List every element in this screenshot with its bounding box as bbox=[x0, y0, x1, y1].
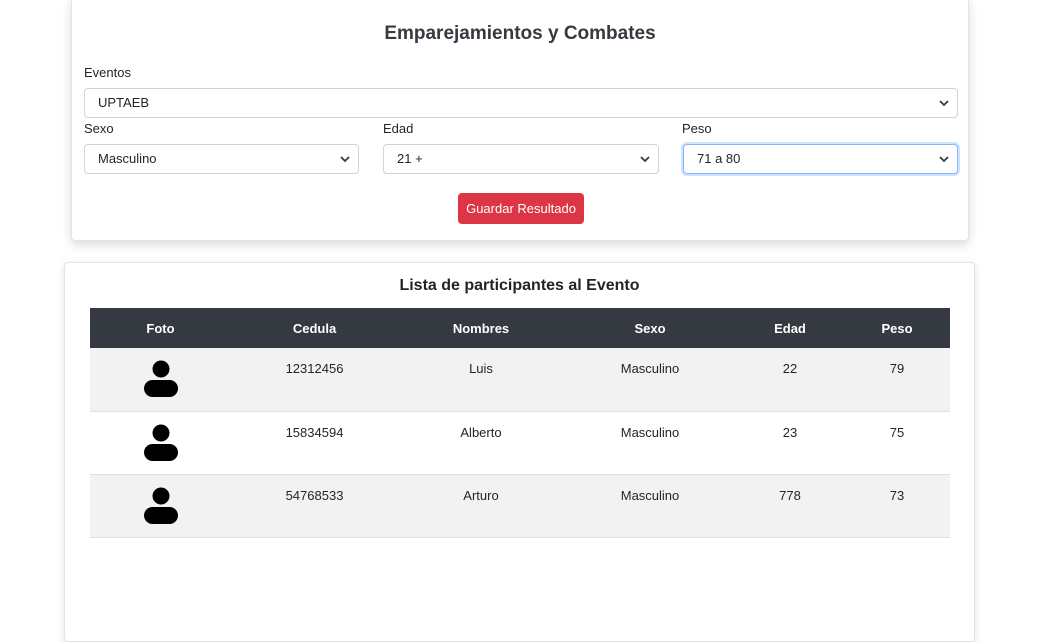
cedula-cell: 12312456 bbox=[231, 348, 398, 412]
matchmaking-form-card: Emparejamientos y Combates Eventos UPTAE… bbox=[71, 0, 969, 241]
participants-table: Foto Cedula Nombres Sexo Edad Peso 12312… bbox=[90, 308, 950, 538]
foto-cell bbox=[90, 348, 231, 412]
eventos-select-value: UPTAEB bbox=[98, 95, 150, 110]
peso-cell: 73 bbox=[844, 474, 950, 538]
header-sexo: Sexo bbox=[564, 308, 736, 348]
eventos-label: Eventos bbox=[84, 65, 131, 80]
sexo-cell: Masculino bbox=[564, 474, 736, 538]
header-edad: Edad bbox=[736, 308, 844, 348]
foto-cell bbox=[90, 474, 231, 538]
eventos-select[interactable]: UPTAEB bbox=[84, 88, 958, 118]
table-row: 54768533 Arturo Masculino 778 73 bbox=[90, 474, 950, 538]
person-icon bbox=[143, 424, 178, 461]
nombre-cell: Alberto bbox=[398, 411, 564, 475]
chevron-down-icon bbox=[939, 100, 949, 107]
table-header-row: Foto Cedula Nombres Sexo Edad Peso bbox=[90, 308, 950, 348]
header-foto: Foto bbox=[90, 308, 231, 348]
sexo-label: Sexo bbox=[84, 121, 114, 136]
table-row: 15834594 Alberto Masculino 23 75 bbox=[90, 411, 950, 475]
save-result-button[interactable]: Guardar Resultado bbox=[458, 193, 584, 224]
edad-cell: 22 bbox=[736, 348, 844, 412]
chevron-down-icon bbox=[640, 156, 650, 163]
form-title: Emparejamientos y Combates bbox=[384, 23, 656, 44]
edad-label: Edad bbox=[383, 121, 414, 136]
chevron-down-icon bbox=[939, 156, 949, 163]
peso-select-value: 71 a 80 bbox=[697, 151, 741, 166]
sexo-cell: Masculino bbox=[564, 348, 736, 412]
peso-cell: 75 bbox=[844, 411, 950, 475]
peso-cell: 79 bbox=[844, 348, 950, 412]
nombre-cell: Luis bbox=[398, 348, 564, 412]
chevron-down-icon bbox=[340, 156, 350, 163]
peso-label: Peso bbox=[682, 121, 712, 136]
sexo-select-value: Masculino bbox=[98, 151, 157, 166]
peso-select[interactable]: 71 a 80 bbox=[683, 144, 958, 174]
edad-cell: 23 bbox=[736, 411, 844, 475]
person-icon bbox=[143, 487, 178, 524]
edad-cell: 778 bbox=[736, 474, 844, 538]
nombre-cell: Arturo bbox=[398, 474, 564, 538]
table-row: 12312456 Luis Masculino 22 79 bbox=[90, 348, 950, 412]
sexo-select[interactable]: Masculino bbox=[84, 144, 359, 174]
participants-title: Lista de participantes al Evento bbox=[399, 277, 640, 294]
cedula-cell: 15834594 bbox=[231, 411, 398, 475]
header-nombres: Nombres bbox=[398, 308, 564, 348]
edad-select[interactable]: 21 + bbox=[383, 144, 659, 174]
header-cedula: Cedula bbox=[231, 308, 398, 348]
sexo-cell: Masculino bbox=[564, 411, 736, 475]
foto-cell bbox=[90, 411, 231, 475]
edad-select-value: 21 + bbox=[397, 151, 423, 166]
participants-card: Lista de participantes al Evento Foto Ce… bbox=[64, 262, 975, 642]
header-peso: Peso bbox=[844, 308, 950, 348]
cedula-cell: 54768533 bbox=[231, 474, 398, 538]
person-icon bbox=[143, 360, 178, 397]
